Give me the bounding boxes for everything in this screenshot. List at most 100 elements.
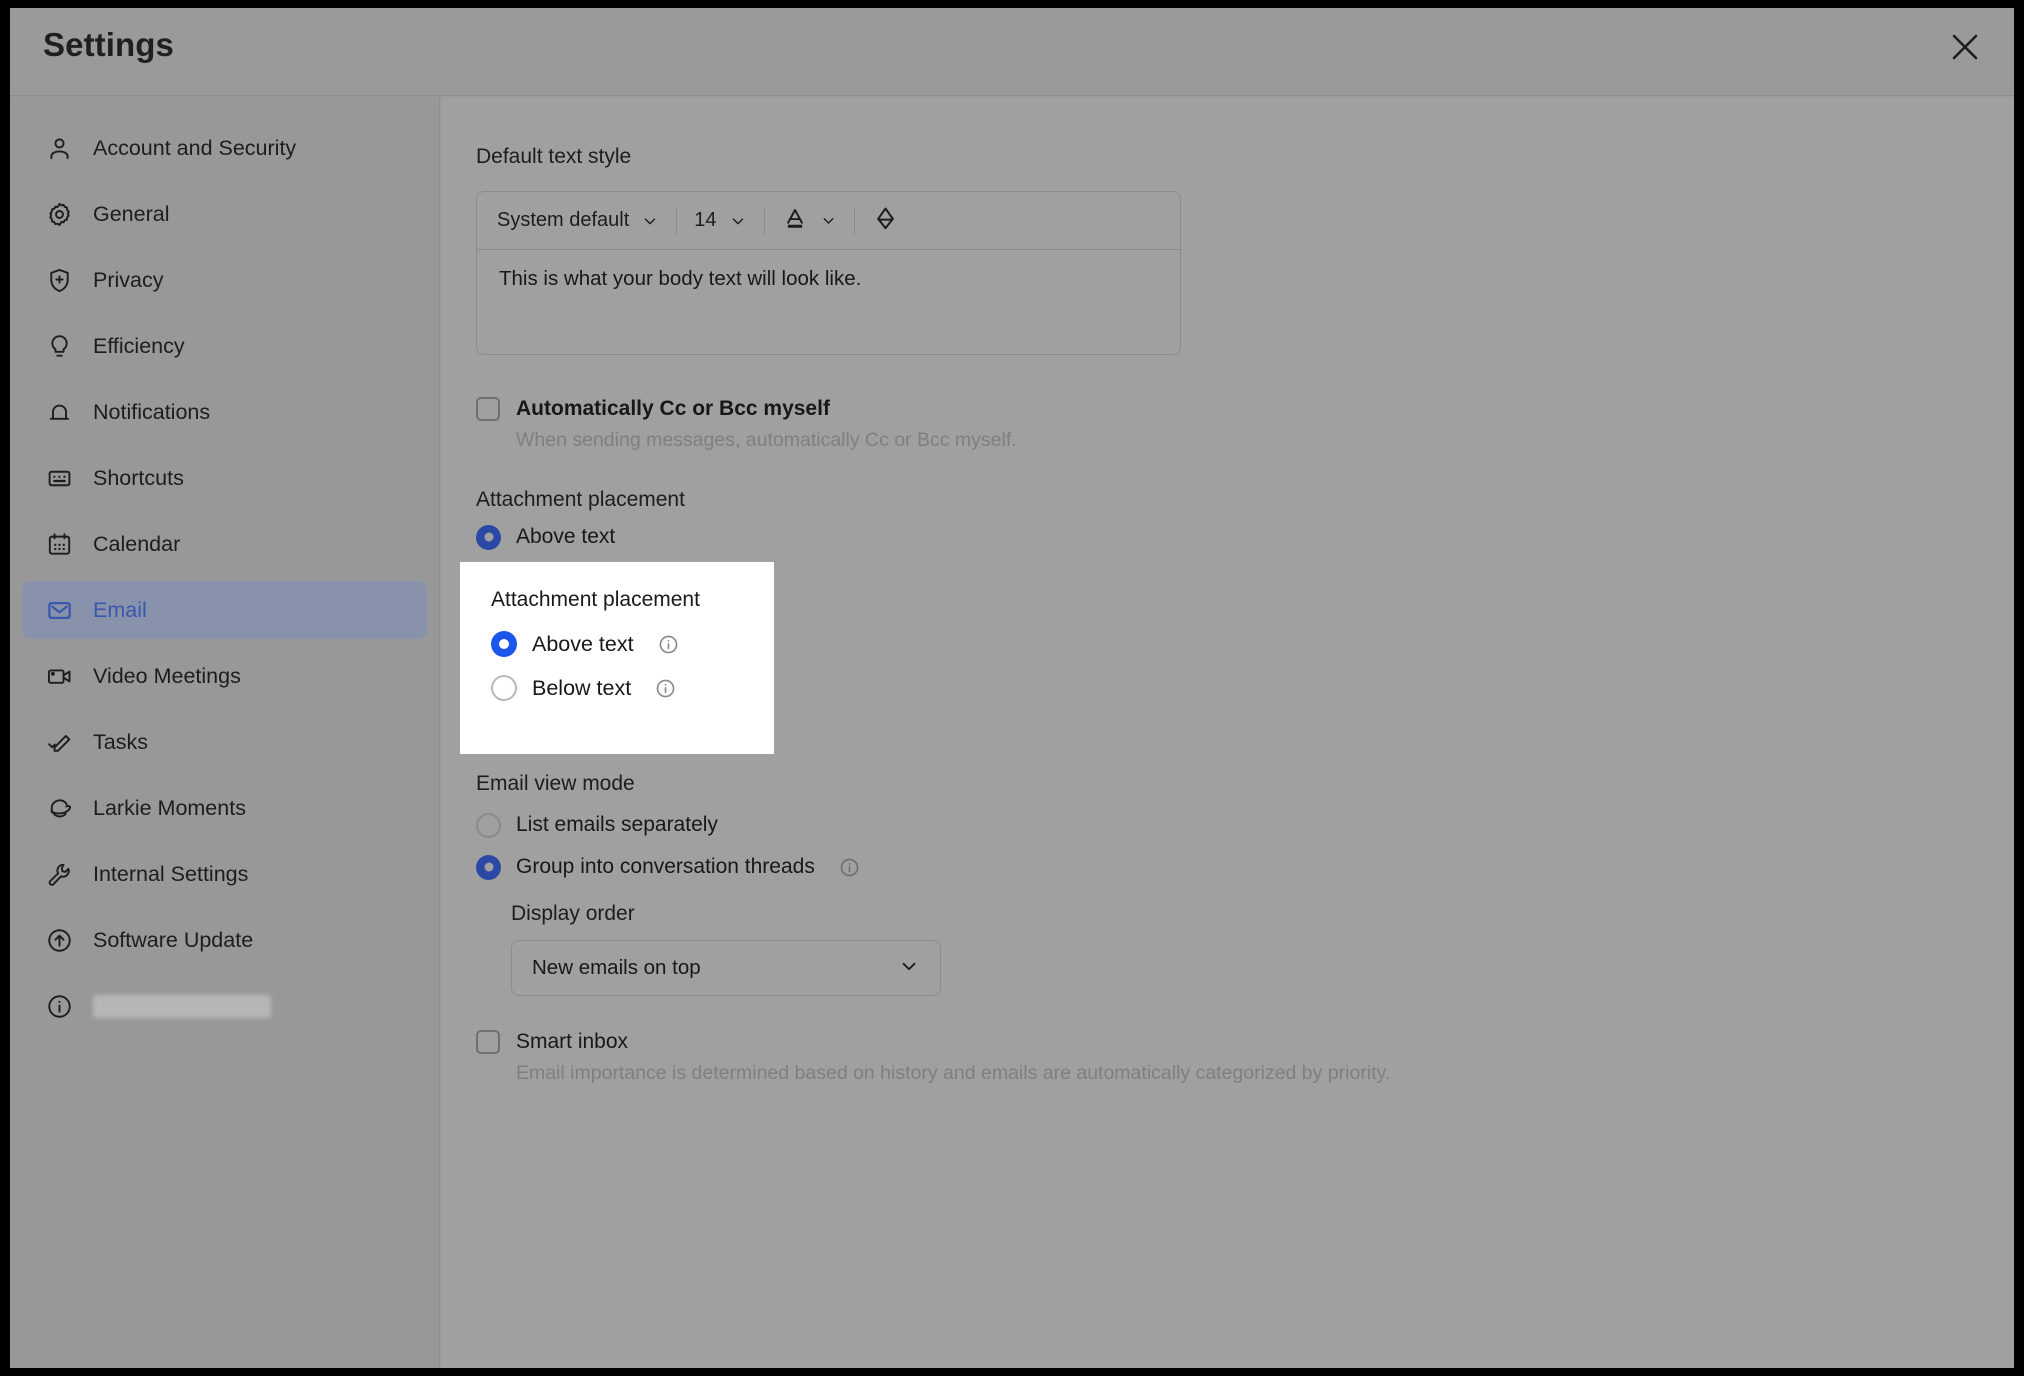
view-mode-group-threads-option[interactable]: Group into conversation threads	[476, 846, 2014, 888]
sidebar-item-larkie-moments[interactable]: Larkie Moments	[22, 779, 427, 837]
sidebar-item-redacted[interactable]	[22, 977, 427, 1035]
smart-inbox-checkbox[interactable]	[476, 1030, 500, 1054]
sidebar-item-label: Video Meetings	[93, 663, 241, 688]
chevron-down-icon	[641, 212, 659, 230]
arrow-up-circle-icon	[44, 925, 74, 955]
toolbar-divider	[676, 207, 678, 234]
sidebar-item-label: General	[93, 201, 170, 226]
sidebar-nav-list: Account and Security General Privacy Eff…	[10, 119, 439, 1035]
close-icon	[1952, 34, 1978, 60]
attachment-placement-label-dimmed: Attachment placement	[476, 488, 685, 511]
sidebar-item-label: Email	[93, 597, 147, 622]
display-order-label: Display order	[511, 902, 635, 925]
sidebar-item-label: Notifications	[93, 399, 211, 424]
display-order-dropdown[interactable]: New emails on top	[511, 940, 941, 996]
default-text-style-section: Default text style System default 14 Thi…	[476, 145, 2014, 355]
sidebar-item-software-update[interactable]: Software Update	[22, 911, 427, 969]
planet-icon	[44, 793, 74, 823]
radio-above-text-dimmed[interactable]	[476, 524, 501, 550]
font-size-value: 14	[694, 209, 717, 231]
preview-text: This is what your body text will look li…	[499, 267, 862, 290]
attachment-below-text-option[interactable]: Below text	[491, 666, 774, 710]
display-order-value: New emails on top	[532, 956, 701, 979]
close-button[interactable]	[1942, 24, 1988, 70]
sidebar-item-internal-settings[interactable]: Internal Settings	[22, 845, 427, 903]
smart-inbox-section: Smart inbox Email importance is determin…	[476, 1030, 2014, 1085]
text-style-preview[interactable]: This is what your body text will look li…	[477, 250, 1180, 354]
text-color-icon	[782, 205, 808, 236]
sidebar-item-label: Internal Settings	[93, 861, 249, 886]
page-title: Settings	[43, 26, 174, 63]
calendar-icon	[44, 529, 74, 559]
radio-above-text[interactable]	[491, 631, 517, 657]
cc-bcc-title: Automatically Cc or Bcc myself	[516, 397, 830, 420]
clear-formatting-button[interactable]	[872, 203, 899, 239]
envelope-icon	[44, 595, 74, 625]
sidebar-item-video-meetings[interactable]: Video Meetings	[22, 647, 427, 705]
toolbar-divider	[853, 207, 855, 234]
cc-bcc-checkbox[interactable]	[476, 397, 500, 421]
clear-formatting-icon	[872, 205, 899, 237]
smart-inbox-title: Smart inbox	[516, 1030, 629, 1053]
sidebar-item-label: Software Update	[93, 927, 254, 952]
cc-bcc-description: When sending messages, automatically Cc …	[516, 429, 1017, 451]
sidebar-item-email[interactable]: Email	[22, 581, 427, 639]
sidebar-item-notifications[interactable]: Notifications	[22, 383, 427, 441]
sidebar-item-label: Larkie Moments	[93, 795, 246, 820]
cc-bcc-checkbox-row[interactable]: Automatically Cc or Bcc myself	[476, 397, 2014, 421]
wrench-icon	[44, 859, 74, 889]
smart-inbox-checkbox-row[interactable]: Smart inbox	[476, 1030, 2014, 1054]
window-header: Settings	[10, 8, 2014, 96]
check-pencil-icon	[44, 727, 74, 757]
gear-icon	[44, 199, 74, 229]
view-mode-list-separately-option[interactable]: List emails separately	[476, 804, 2014, 846]
chevron-down-icon	[898, 955, 920, 982]
attachment-placement-label: Attachment placement	[491, 588, 700, 611]
default-text-style-label: Default text style	[476, 145, 632, 168]
sidebar-item-calendar[interactable]: Calendar	[22, 515, 427, 573]
font-family-value: System default	[497, 209, 630, 231]
editor-toolbar: System default 14	[477, 192, 1180, 250]
email-view-mode-section: Email view mode List emails separately G…	[476, 772, 2014, 996]
settings-window: Settings Account and Security General Pr…	[10, 8, 2014, 1368]
video-camera-icon	[44, 661, 74, 691]
radio-label: Above text	[532, 631, 634, 656]
attachment-above-text-option-dimmed[interactable]: Above text	[476, 516, 2014, 558]
email-view-mode-label: Email view mode	[476, 772, 635, 795]
sidebar-item-label: Tasks	[93, 729, 148, 754]
info-circle-icon	[44, 991, 74, 1021]
text-style-editor-card: System default 14 This is what your body…	[476, 191, 1181, 355]
sidebar-item-label: Efficiency	[93, 333, 185, 358]
chevron-down-icon	[729, 212, 747, 230]
info-icon[interactable]	[839, 857, 860, 878]
keyboard-icon	[44, 463, 74, 493]
sidebar-item-label: Privacy	[93, 267, 164, 292]
cc-bcc-section: Automatically Cc or Bcc myself When send…	[476, 397, 2014, 452]
sidebar-item-label	[93, 994, 271, 1018]
radio-list-emails-separately[interactable]	[476, 812, 501, 838]
user-icon	[44, 133, 74, 163]
lightbulb-icon	[44, 331, 74, 361]
chevron-down-icon	[820, 212, 837, 229]
radio-below-text[interactable]	[491, 675, 517, 701]
sidebar-item-efficiency[interactable]: Efficiency	[22, 317, 427, 375]
text-color-button[interactable]	[782, 203, 837, 239]
radio-label: List emails separately	[516, 813, 718, 836]
radio-group-conversation-threads[interactable]	[476, 854, 501, 880]
smart-inbox-description: Email importance is determined based on …	[516, 1062, 1391, 1084]
info-icon[interactable]	[658, 634, 679, 655]
sidebar-item-account-and-security[interactable]: Account and Security	[22, 119, 427, 177]
attachment-placement-spotlight-panel: Attachment placement Above text Below te…	[460, 562, 774, 754]
radio-label: Above text	[516, 525, 616, 548]
info-icon[interactable]	[655, 678, 676, 699]
sidebar-item-shortcuts[interactable]: Shortcuts	[22, 449, 427, 507]
font-size-select[interactable]: 14	[694, 203, 746, 239]
sidebar-item-general[interactable]: General	[22, 185, 427, 243]
sidebar-item-tasks[interactable]: Tasks	[22, 713, 427, 771]
font-family-select[interactable]: System default	[497, 203, 659, 239]
bell-icon	[44, 397, 74, 427]
attachment-above-text-option[interactable]: Above text	[491, 622, 774, 666]
shield-plus-icon	[44, 265, 74, 295]
radio-label: Group into conversation threads	[516, 855, 815, 878]
sidebar-item-privacy[interactable]: Privacy	[22, 251, 427, 309]
